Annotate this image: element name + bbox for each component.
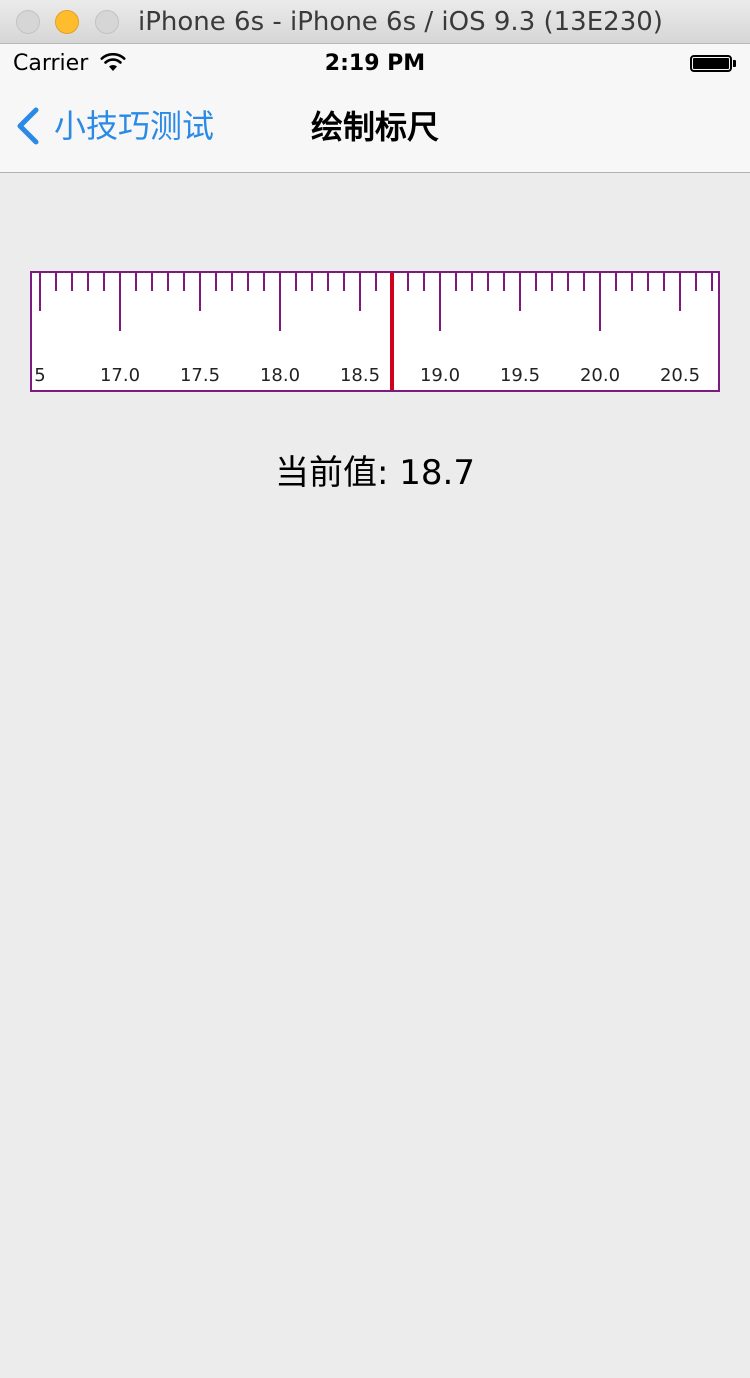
ruler-tick-label: 17.5	[180, 365, 220, 386]
ruler-tick-label: 5	[34, 365, 45, 386]
close-window-button[interactable]	[16, 10, 40, 34]
ruler-tick-label: 19.5	[500, 365, 540, 386]
ruler-tick-label: 18.0	[260, 365, 300, 386]
status-bar: Carrier 2:19 PM	[0, 44, 750, 84]
simulator-window: iPhone 6s - iPhone 6s / iOS 9.3 (13E230)…	[0, 0, 750, 1378]
page-title: 绘制标尺	[310, 108, 439, 146]
ruler-tick-label: 19.0	[420, 365, 460, 386]
ruler-canvas: 5 17.0 17.5 18.0 18.5 19.0 19.5 20.0 20.5	[34, 273, 713, 390]
ruler-tick-label: 18.5	[340, 365, 380, 386]
navigation-bar: 小技巧测试 绘制标尺	[0, 84, 750, 173]
status-time: 2:19 PM	[324, 51, 426, 76]
battery-icon	[690, 55, 732, 72]
ruler-tick-label: 20.0	[580, 365, 620, 386]
battery-tip	[733, 60, 736, 67]
ruler-tick-label: 20.5	[660, 365, 700, 386]
window-titlebar: iPhone 6s - iPhone 6s / iOS 9.3 (13E230)	[0, 0, 750, 44]
zoom-window-button[interactable]	[95, 10, 119, 34]
ruler-scale[interactable]: 5 17.0 17.5 18.0 18.5 19.0 19.5 20.0 20.5	[30, 271, 720, 392]
ruler-tick-label: 17.0	[100, 365, 140, 386]
window-title: iPhone 6s - iPhone 6s / iOS 9.3 (13E230)	[138, 7, 663, 37]
minimize-window-button[interactable]	[55, 10, 79, 34]
current-value-label: 当前值: 18.7	[275, 453, 475, 493]
